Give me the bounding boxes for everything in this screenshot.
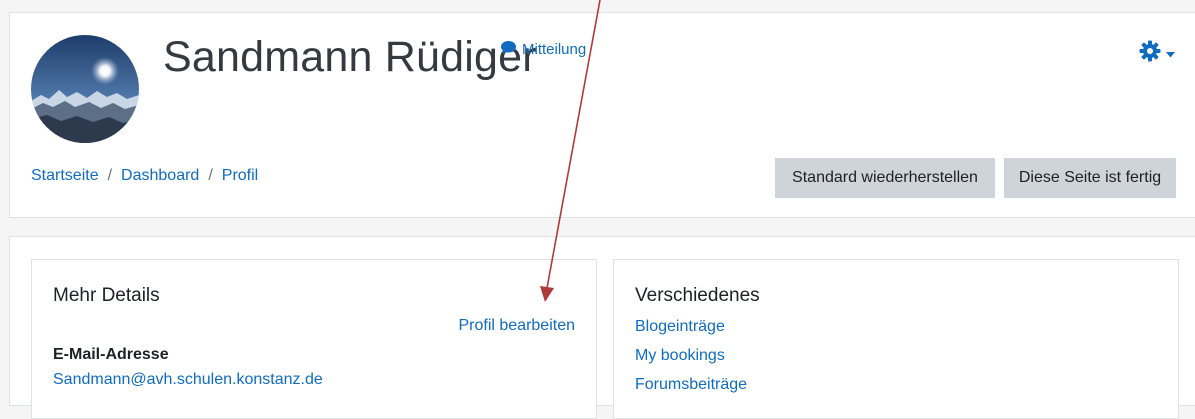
- misc-links: Blogeinträge My bookings Forumsbeiträge: [635, 317, 747, 404]
- speech-bubble-icon: [500, 40, 517, 59]
- profile-content: Mehr Details Profil bearbeiten E-Mail-Ad…: [9, 236, 1195, 419]
- blog-entries-link[interactable]: Blogeinträge: [635, 318, 725, 335]
- email-label: E-Mail-Adresse: [53, 346, 169, 363]
- list-item: My bookings: [635, 346, 747, 375]
- misc-block-title: Verschiedenes: [635, 285, 760, 306]
- page-header: Sandmann Rüdiger Mitteilung Startseite /…: [9, 12, 1195, 218]
- breadcrumb-separator: /: [208, 167, 213, 184]
- forum-posts-link[interactable]: Forumsbeiträge: [635, 376, 747, 393]
- gear-icon: [1139, 40, 1161, 67]
- message-label: Mitteilung: [522, 41, 587, 58]
- details-block: Mehr Details Profil bearbeiten E-Mail-Ad…: [31, 259, 597, 419]
- message-link[interactable]: Mitteilung: [500, 40, 586, 59]
- misc-block: Verschiedenes Blogeinträge My bookings F…: [613, 259, 1179, 419]
- details-block-title: Mehr Details: [53, 285, 160, 306]
- caret-down-icon: [1166, 45, 1175, 63]
- finish-editing-button[interactable]: Diese Seite ist fertig: [1004, 158, 1176, 198]
- breadcrumb-separator: /: [107, 167, 113, 184]
- my-bookings-link[interactable]: My bookings: [635, 347, 725, 364]
- breadcrumb: Startseite / Dashboard / Profil: [31, 167, 258, 185]
- user-name: Sandmann Rüdiger: [163, 33, 537, 81]
- reset-page-button[interactable]: Standard wiederherstellen: [775, 158, 995, 198]
- breadcrumb-item-dashboard[interactable]: Dashboard: [121, 167, 199, 185]
- email-link[interactable]: Sandmann@avh.schulen.konstanz.de: [53, 371, 323, 389]
- avatar-image: [31, 35, 139, 143]
- avatar: [31, 35, 139, 143]
- edit-profile-link[interactable]: Profil bearbeiten: [458, 317, 575, 335]
- breadcrumb-item-profil[interactable]: Profil: [222, 167, 258, 185]
- list-item: Forumsbeiträge: [635, 375, 747, 404]
- settings-menu[interactable]: [1139, 40, 1175, 67]
- list-item: Blogeinträge: [635, 317, 747, 346]
- breadcrumb-item-startseite[interactable]: Startseite: [31, 167, 99, 185]
